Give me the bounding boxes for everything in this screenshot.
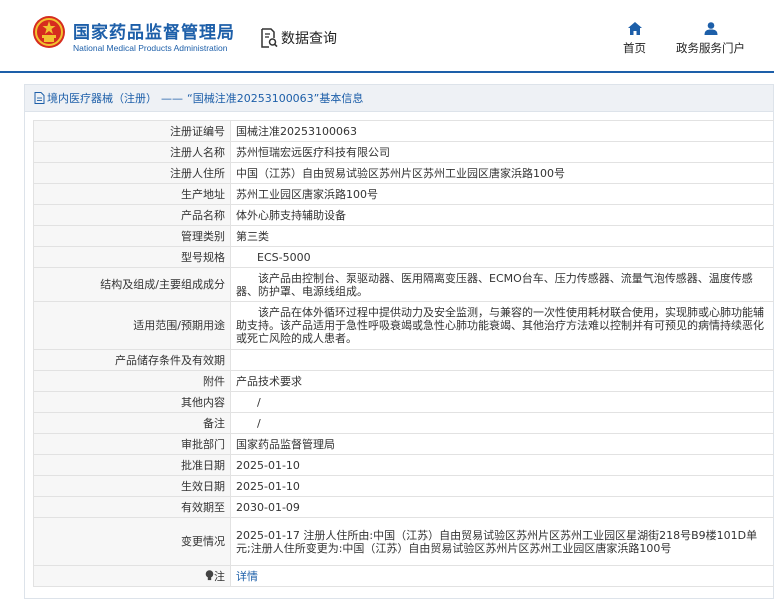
field-label: 注册人名称 <box>33 141 231 163</box>
field-label: 结构及组成/主要组成成分 <box>33 267 231 302</box>
document-search-icon <box>261 28 278 48</box>
field-value: 苏州工业园区唐家浜路100号 <box>230 183 774 205</box>
field-label: 有效期至 <box>33 496 231 518</box>
table-row: 生产地址 苏州工业园区唐家浜路100号 <box>33 183 774 205</box>
field-label: 产品名称 <box>33 204 231 226</box>
breadcrumb-detail: “国械注准20253100063”基本信息 <box>187 92 364 105</box>
field-value: 产品技术要求 <box>230 370 774 392</box>
field-label: 型号规格 <box>33 246 231 268</box>
national-emblem-icon <box>33 16 65 48</box>
registration-info-table: 注册证编号 国械注准20253100063 注册人名称 苏州恒瑞宏远医疗科技有限… <box>33 120 774 587</box>
field-value: 苏州恒瑞宏远医疗科技有限公司 <box>230 141 774 163</box>
breadcrumb: 境内医疗器械（注册） —— “国械注准20253100063”基本信息 <box>25 85 773 112</box>
field-value: 2030-01-09 <box>230 496 774 518</box>
data-query-link[interactable]: 数据查询 <box>260 27 337 49</box>
field-label: 注册证编号 <box>33 120 231 142</box>
field-value: 2025-01-10 <box>230 454 774 476</box>
breadcrumb-separator: —— <box>161 91 183 105</box>
table-row: 注 详情 <box>33 565 774 587</box>
field-label: 生产地址 <box>33 183 231 205</box>
site-header: 国家药品监督管理局 National Medical Products Admi… <box>0 0 774 73</box>
site-title: 国家药品监督管理局 <box>73 23 235 43</box>
table-row: 批准日期 2025-01-10 <box>33 454 774 476</box>
field-value: 第三类 <box>230 225 774 247</box>
table-row: 管理类别 第三类 <box>33 225 774 247</box>
table-row: 注册人住所 中国（江苏）自由贸易试验区苏州片区苏州工业园区唐家浜路100号 <box>33 162 774 184</box>
table-row: 附件 产品技术要求 <box>33 370 774 392</box>
details-link[interactable]: 详情 <box>236 570 258 583</box>
field-label: 适用范围/预期用途 <box>33 301 231 350</box>
table-row: 型号规格 ECS-5000 <box>33 246 774 268</box>
nav-service-portal-label: 政务服务门户 <box>676 41 745 55</box>
field-label: 备注 <box>33 412 231 434</box>
field-value: 体外心肺支持辅助设备 <box>230 204 774 226</box>
table-row: 其他内容 / <box>33 391 774 413</box>
table-row: 结构及组成/主要组成成分 该产品由控制台、泵驱动器、医用隔离变压器、ECMO台车… <box>33 267 774 302</box>
field-label: 其他内容 <box>33 391 231 413</box>
table-row: 备注 / <box>33 412 774 434</box>
table-row: 注册证编号 国械注准20253100063 <box>33 120 774 142</box>
document-icon <box>34 92 45 104</box>
table-row: 审批部门 国家药品监督管理局 <box>33 433 774 455</box>
field-value: 中国（江苏）自由贸易试验区苏州片区苏州工业园区唐家浜路100号 <box>230 162 774 184</box>
field-value-cell: 详情 <box>230 565 774 587</box>
data-query-label: 数据查询 <box>281 31 337 47</box>
note-label-cell: 注 <box>33 565 231 587</box>
field-value: / <box>230 412 774 434</box>
site-subtitle: National Medical Products Administration <box>73 43 228 53</box>
lightbulb-icon <box>205 569 214 580</box>
field-label: 生效日期 <box>33 475 231 497</box>
nav-home[interactable]: 首页 <box>623 22 646 56</box>
field-label: 管理类别 <box>33 225 231 247</box>
field-label: 产品储存条件及有效期 <box>33 349 231 371</box>
nav-home-label: 首页 <box>623 41 646 55</box>
field-label: 注 <box>214 569 225 583</box>
table-row: 生效日期 2025-01-10 <box>33 475 774 497</box>
table-row: 产品储存条件及有效期 <box>33 349 774 371</box>
field-value: 国械注准20253100063 <box>230 120 774 142</box>
breadcrumb-section[interactable]: 境内医疗器械（注册） <box>47 90 157 106</box>
field-value <box>230 349 774 371</box>
table-row: 变更情况 2025-01-17 注册人住所由:中国（江苏）自由贸易试验区苏州片区… <box>33 517 774 566</box>
table-row: 产品名称 体外心肺支持辅助设备 <box>33 204 774 226</box>
field-label: 审批部门 <box>33 433 231 455</box>
field-value: 该产品由控制台、泵驱动器、医用隔离变压器、ECMO台车、压力传感器、流量气泡传感… <box>230 267 774 302</box>
registration-detail-panel: 境内医疗器械（注册） —— “国械注准20253100063”基本信息 注册证编… <box>24 84 774 599</box>
field-label: 批准日期 <box>33 454 231 476</box>
field-value: ECS-5000 <box>230 246 774 268</box>
table-row: 注册人名称 苏州恒瑞宏远医疗科技有限公司 <box>33 141 774 163</box>
nav-service-portal[interactable]: 政务服务门户 <box>676 22 745 56</box>
field-label: 变更情况 <box>33 517 231 566</box>
field-label: 注册人住所 <box>33 162 231 184</box>
field-value: 2025-01-10 <box>230 475 774 497</box>
table-row: 适用范围/预期用途 该产品在体外循环过程中提供动力及安全监测，与兼容的一次性使用… <box>33 301 774 350</box>
field-value: / <box>230 391 774 413</box>
user-icon <box>704 22 717 35</box>
field-value: 国家药品监督管理局 <box>230 433 774 455</box>
home-icon <box>627 22 642 35</box>
field-label: 附件 <box>33 370 231 392</box>
table-row: 有效期至 2030-01-09 <box>33 496 774 518</box>
field-value: 2025-01-17 注册人住所由:中国（江苏）自由贸易试验区苏州片区苏州工业园… <box>230 517 774 566</box>
field-value: 该产品在体外循环过程中提供动力及安全监测，与兼容的一次性使用耗材联合使用，实现肺… <box>230 301 774 350</box>
